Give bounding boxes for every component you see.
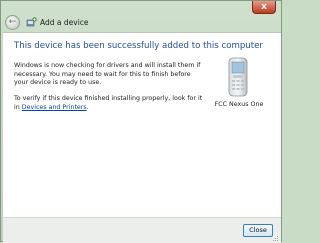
add-device-icon (26, 16, 37, 26)
back-button[interactable]: ← (5, 14, 20, 30)
navigation-bar: ← Add a device (5, 14, 89, 30)
wizard-title: Add a device (40, 17, 89, 27)
dialog-footer: Close (3, 217, 281, 243)
resize-grip-icon[interactable] (271, 234, 279, 242)
devices-and-printers-link[interactable]: Devices and Printers (22, 104, 87, 111)
verify-paragraph: To verify if this device finished instal… (14, 95, 204, 112)
mobile-phone-icon (228, 57, 248, 97)
content-area: This device has been successfully added … (3, 32, 281, 218)
page-title: This device has been successfully added … (14, 41, 263, 51)
close-button[interactable]: Close (243, 224, 273, 237)
status-paragraph: Windows is now checking for drivers and … (14, 62, 201, 87)
back-arrow-icon: ← (8, 16, 17, 27)
add-device-window: x ← Add a device This device has been su… (0, 0, 282, 243)
device-label: FCC Nexus One (214, 101, 264, 108)
window-close-button[interactable]: x (252, 1, 276, 14)
verify-suffix: . (86, 103, 89, 111)
